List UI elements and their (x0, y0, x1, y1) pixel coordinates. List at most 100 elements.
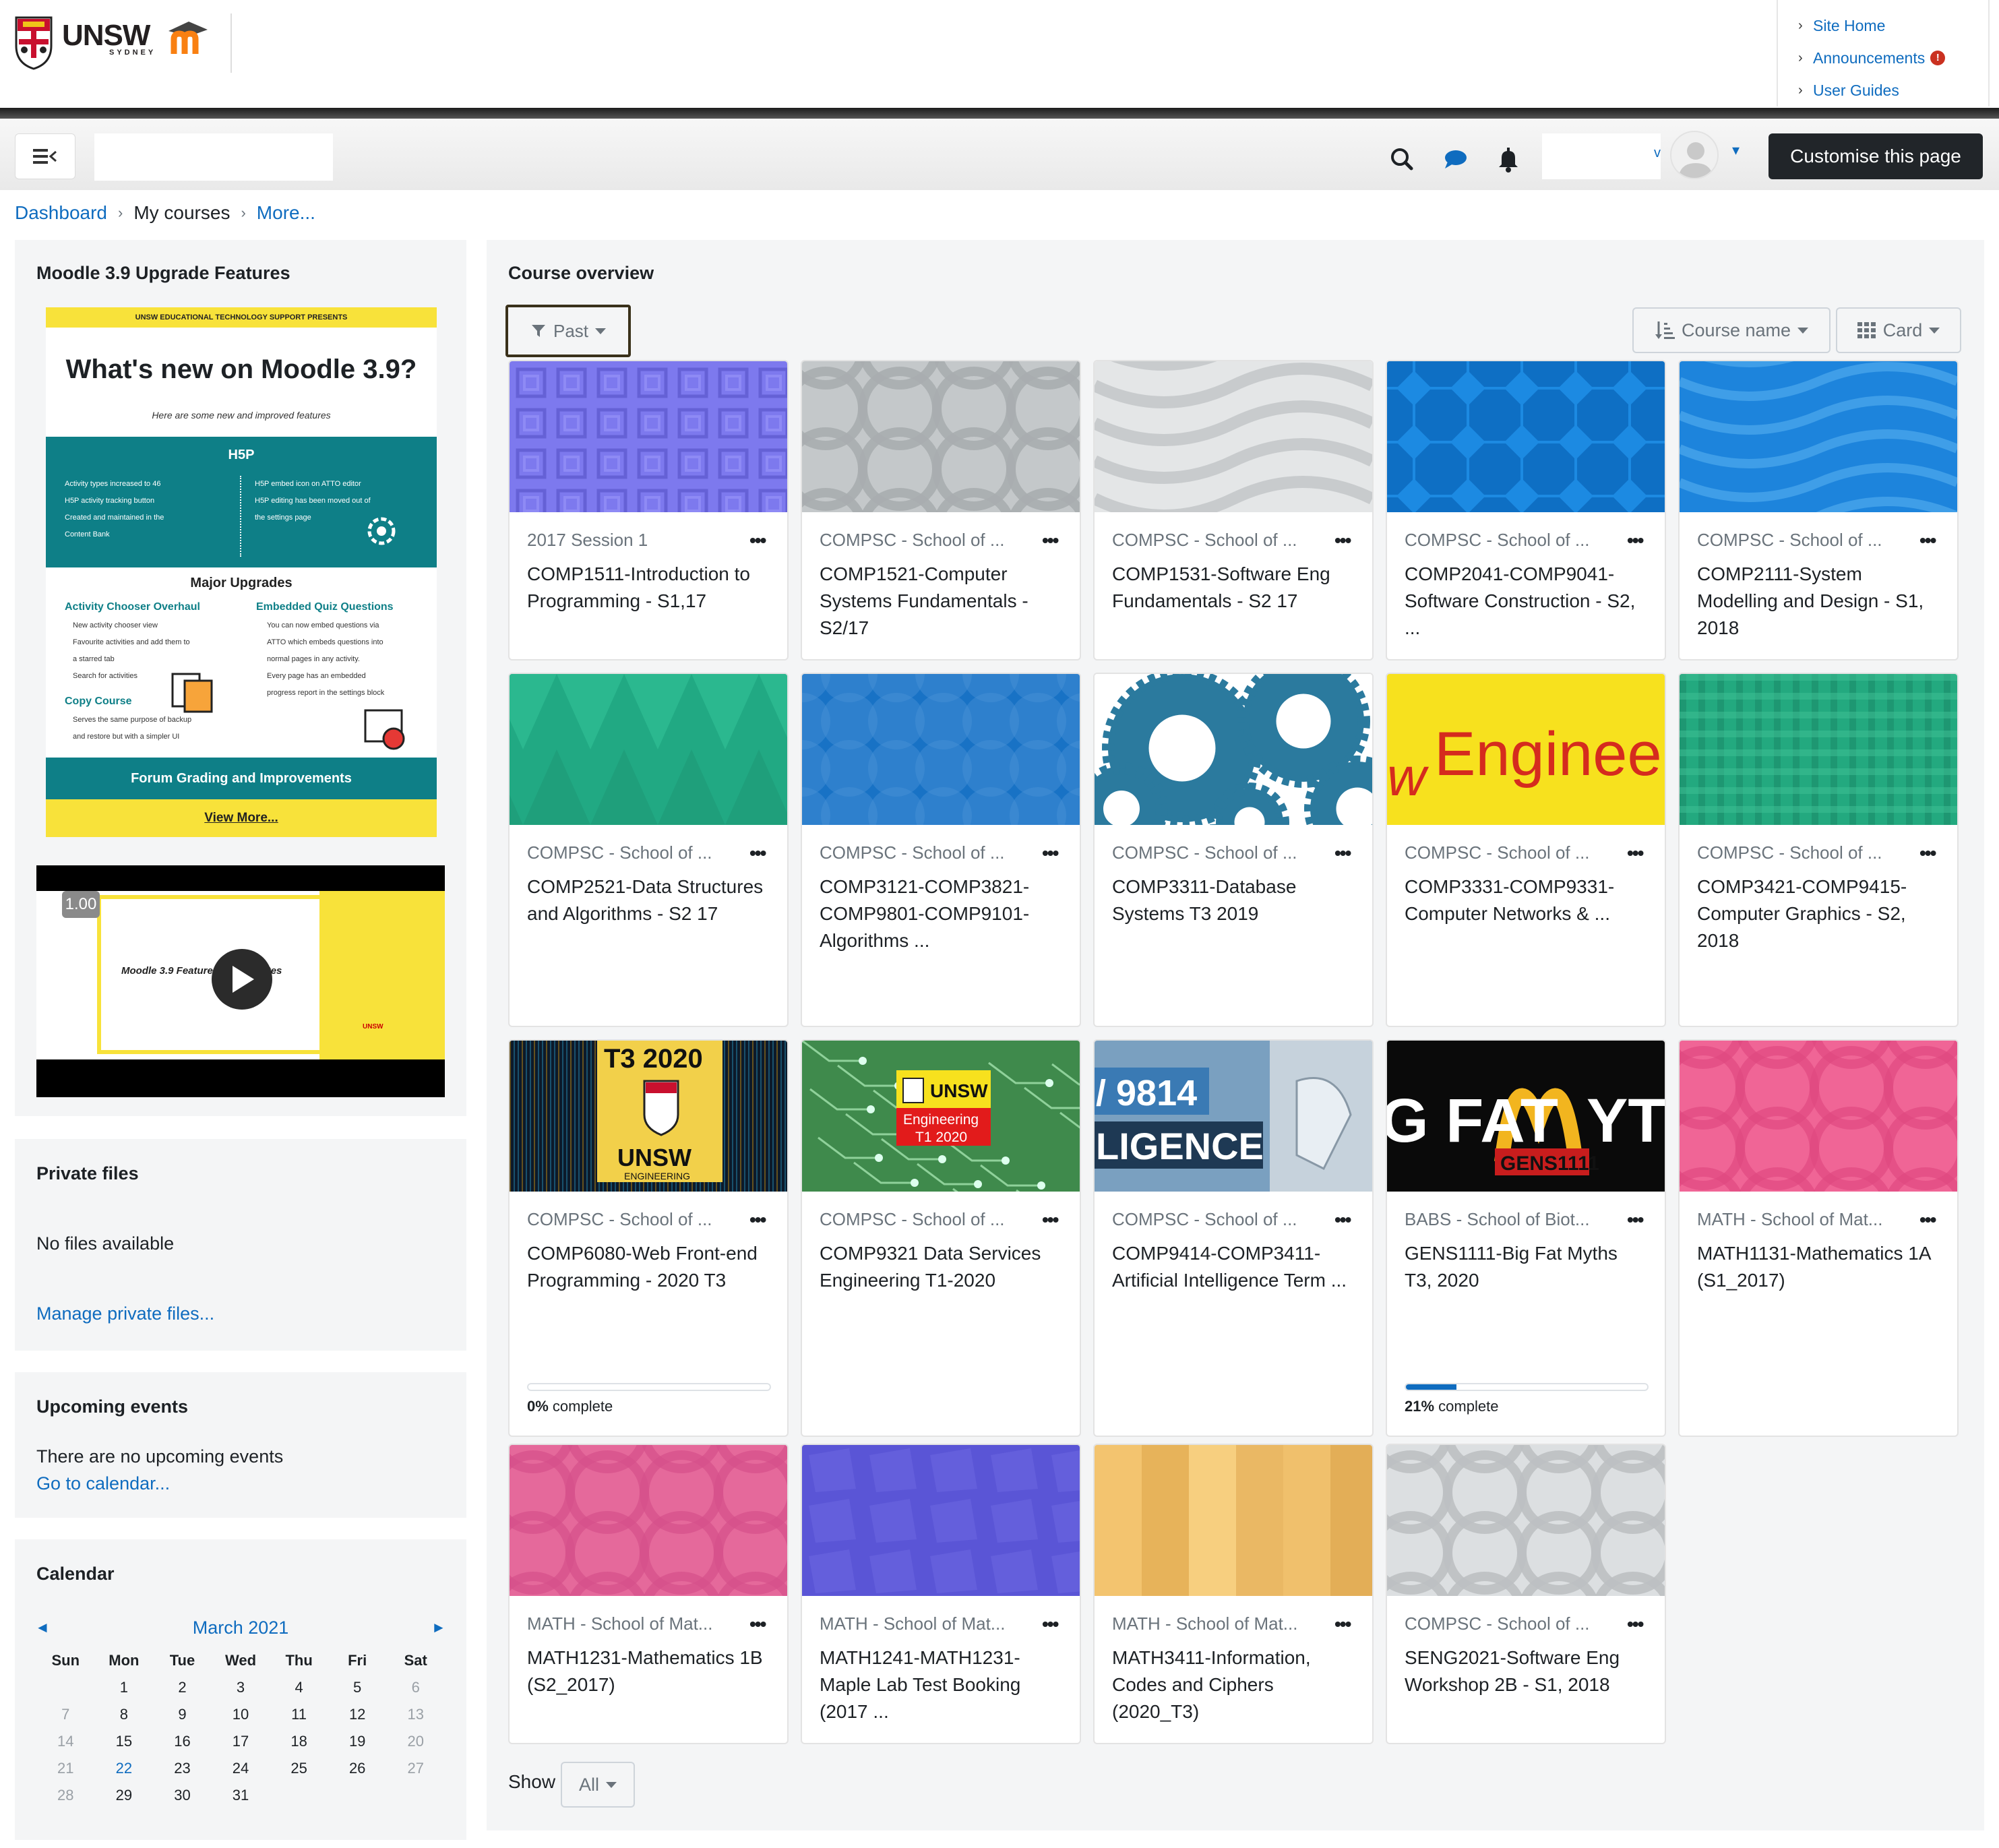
course-actions-menu-icon[interactable]: ••• (1334, 1210, 1351, 1229)
calendar-day[interactable]: 15 (95, 1728, 154, 1755)
calendar-day[interactable]: 28 (36, 1782, 95, 1809)
course-name-link[interactable]: MATH1131-Mathematics 1A (S1_2017) (1697, 1240, 1940, 1294)
course-name-link[interactable]: COMP1511-Introduction to Programming - S… (527, 561, 770, 615)
calendar-day[interactable]: 20 (386, 1728, 445, 1755)
breadcrumb-my-courses[interactable]: My courses (133, 202, 230, 224)
calendar-day[interactable]: 26 (328, 1755, 387, 1782)
manage-private-files-link[interactable]: Manage private files... (36, 1303, 214, 1324)
course-name-link[interactable]: GENS1111-Big Fat Myths T3, 2020 (1405, 1240, 1647, 1294)
moodle-logo[interactable] (164, 16, 212, 57)
customise-page-button[interactable]: Customise this page (1769, 133, 1983, 179)
video-player[interactable]: Moodle 3.9 Features and Updates UNSW 1.0… (36, 865, 445, 1097)
playback-speed-button[interactable]: 1.00 (62, 891, 100, 918)
course-thumbnail[interactable] (1095, 674, 1372, 825)
course-thumbnail[interactable] (1095, 1445, 1372, 1596)
poster-view-more-link[interactable]: View More... (46, 799, 437, 837)
course-actions-menu-icon[interactable]: ••• (1627, 1615, 1644, 1634)
play-button[interactable] (212, 949, 272, 1010)
calendar-day[interactable]: 5 (328, 1674, 387, 1701)
course-thumbnail[interactable] (1095, 361, 1372, 512)
moodle-39-poster-image[interactable]: UNSW EDUCATIONAL TECHNOLOGY SUPPORT PRES… (46, 307, 437, 837)
course-actions-menu-icon[interactable]: ••• (749, 1210, 766, 1229)
next-month-icon[interactable]: ► (431, 1619, 446, 1636)
course-thumbnail[interactable]: G FAT YT GENS1111 (1387, 1041, 1665, 1192)
course-name-link[interactable]: COMP3421-COMP9415-Computer Graphics - S2… (1697, 873, 1940, 954)
calendar-day[interactable]: 6 (386, 1674, 445, 1701)
course-card[interactable]: MATH - School of Mat... ••• MATH3411-Infor… (1093, 1444, 1374, 1744)
calendar-month-title[interactable]: March 2021 (15, 1618, 466, 1638)
site-home-link[interactable]: › Site Home (1798, 9, 1988, 42)
course-card[interactable]: Enginee w COMPSC - School of ... ••• COMP333… (1386, 673, 1666, 1027)
course-thumbnail[interactable] (510, 361, 787, 512)
view-mode-dropdown[interactable]: Card (1836, 307, 1961, 353)
course-thumbnail[interactable] (510, 1445, 787, 1596)
course-name-link[interactable]: COMP6080-Web Front-end Programming - 202… (527, 1240, 770, 1294)
course-thumbnail[interactable]: Enginee w (1387, 674, 1665, 825)
calendar-day[interactable]: 14 (36, 1728, 95, 1755)
calendar-day[interactable]: 11 (270, 1701, 328, 1728)
calendar-day[interactable]: 23 (153, 1755, 212, 1782)
calendar-day-today[interactable]: 22 (95, 1755, 154, 1782)
course-card[interactable]: G FAT YT GENS1111 BABS - School of Biot... •… (1386, 1039, 1666, 1437)
course-card[interactable]: COMPSC - School of ... ••• COMP3311-Databa… (1093, 673, 1374, 1027)
course-card[interactable]: COMPSC - School of ... ••• SENG2021-Softwa… (1386, 1444, 1666, 1744)
calendar-day[interactable]: 7 (36, 1701, 95, 1728)
course-thumbnail[interactable] (802, 361, 1080, 512)
course-name-link[interactable]: COMP9414-COMP3411-Artificial Intelligenc… (1112, 1240, 1355, 1294)
course-thumbnail[interactable] (1387, 1445, 1665, 1596)
course-card[interactable]: T3 2020 UNSW ENGINEERING COMPSC - School of… (508, 1039, 789, 1437)
course-actions-menu-icon[interactable]: ••• (1919, 844, 1936, 863)
calendar-day[interactable]: 3 (212, 1674, 270, 1701)
paging-show-dropdown[interactable]: All (561, 1762, 635, 1808)
course-actions-menu-icon[interactable]: ••• (749, 531, 766, 550)
course-actions-menu-icon[interactable]: ••• (1334, 1615, 1351, 1634)
calendar-day[interactable]: 24 (212, 1755, 270, 1782)
course-name-link[interactable]: COMP2521-Data Structures and Algorithms … (527, 873, 770, 927)
course-card[interactable]: COMPSC - School of ... ••• COMP1521-Comput… (801, 360, 1081, 660)
user-name-area[interactable] (1542, 133, 1661, 179)
course-actions-menu-icon[interactable]: ••• (1919, 531, 1936, 550)
calendar-day[interactable]: 8 (95, 1701, 154, 1728)
course-name-link[interactable]: COMP3331-COMP9331-Computer Networks & ..… (1405, 873, 1647, 927)
calendar-day[interactable]: 29 (95, 1782, 154, 1809)
course-thumbnail[interactable] (1680, 361, 1957, 512)
course-name-link[interactable]: MATH1231-Mathematics 1B (S2_2017) (527, 1644, 770, 1698)
course-thumbnail[interactable] (510, 674, 787, 825)
sort-dropdown[interactable]: Course name (1632, 307, 1831, 353)
course-name-link[interactable]: COMP1521-Computer Systems Fundamentals -… (820, 561, 1062, 642)
calendar-day[interactable]: 13 (386, 1701, 445, 1728)
course-card[interactable]: 2017 Session 1 ••• COMP1511-Introduction t… (508, 360, 789, 660)
course-card[interactable]: / 9814 LIGENCE COMPSC - School of ... ••• CO… (1093, 1039, 1374, 1437)
breadcrumb-dashboard[interactable]: Dashboard (15, 202, 107, 224)
announcements-link[interactable]: › Announcements! (1798, 42, 1988, 74)
course-name-link[interactable]: COMP3121-COMP3821-COMP9801-COMP9101-Algo… (820, 873, 1062, 954)
course-name-link[interactable]: COMP9321 Data Services Engineering T1-20… (820, 1240, 1062, 1294)
user-menu-caret-icon[interactable]: ▾ (1732, 142, 1740, 159)
course-actions-menu-icon[interactable]: ••• (1042, 844, 1059, 863)
course-thumbnail[interactable]: T3 2020 UNSW ENGINEERING (510, 1041, 787, 1192)
course-thumbnail[interactable] (1680, 674, 1957, 825)
calendar-day[interactable]: 25 (270, 1755, 328, 1782)
user-guides-link[interactable]: › User Guides (1798, 74, 1988, 106)
course-card[interactable]: COMPSC - School of ... ••• COMP3121-COMP38… (801, 673, 1081, 1027)
drawer-toggle-button[interactable] (15, 133, 75, 179)
course-name-link[interactable]: COMP2111-System Modelling and Design - S… (1697, 561, 1940, 642)
calendar-day[interactable]: 16 (153, 1728, 212, 1755)
calendar-day[interactable]: 17 (212, 1728, 270, 1755)
grouping-filter-dropdown[interactable]: Past (505, 305, 631, 357)
search-icon[interactable] (1383, 140, 1421, 178)
calendar-day[interactable]: 21 (36, 1755, 95, 1782)
course-thumbnail[interactable]: UNSW Engineering T1 2020 (802, 1041, 1080, 1192)
calendar-day[interactable]: 10 (212, 1701, 270, 1728)
messages-icon[interactable] (1437, 140, 1475, 178)
course-actions-menu-icon[interactable]: ••• (1627, 1210, 1644, 1229)
course-card[interactable]: COMPSC - School of ... ••• COMP2111-System… (1678, 360, 1959, 660)
course-actions-menu-icon[interactable]: ••• (1042, 1210, 1059, 1229)
course-thumbnail[interactable] (1387, 361, 1665, 512)
course-thumbnail[interactable]: / 9814 LIGENCE (1095, 1041, 1372, 1192)
course-thumbnail[interactable] (802, 674, 1080, 825)
calendar-day[interactable]: 1 (95, 1674, 154, 1701)
course-actions-menu-icon[interactable]: ••• (749, 1615, 766, 1634)
course-card[interactable]: COMPSC - School of ... ••• COMP3421-COMP94… (1678, 673, 1959, 1027)
course-actions-menu-icon[interactable]: ••• (1334, 531, 1351, 550)
